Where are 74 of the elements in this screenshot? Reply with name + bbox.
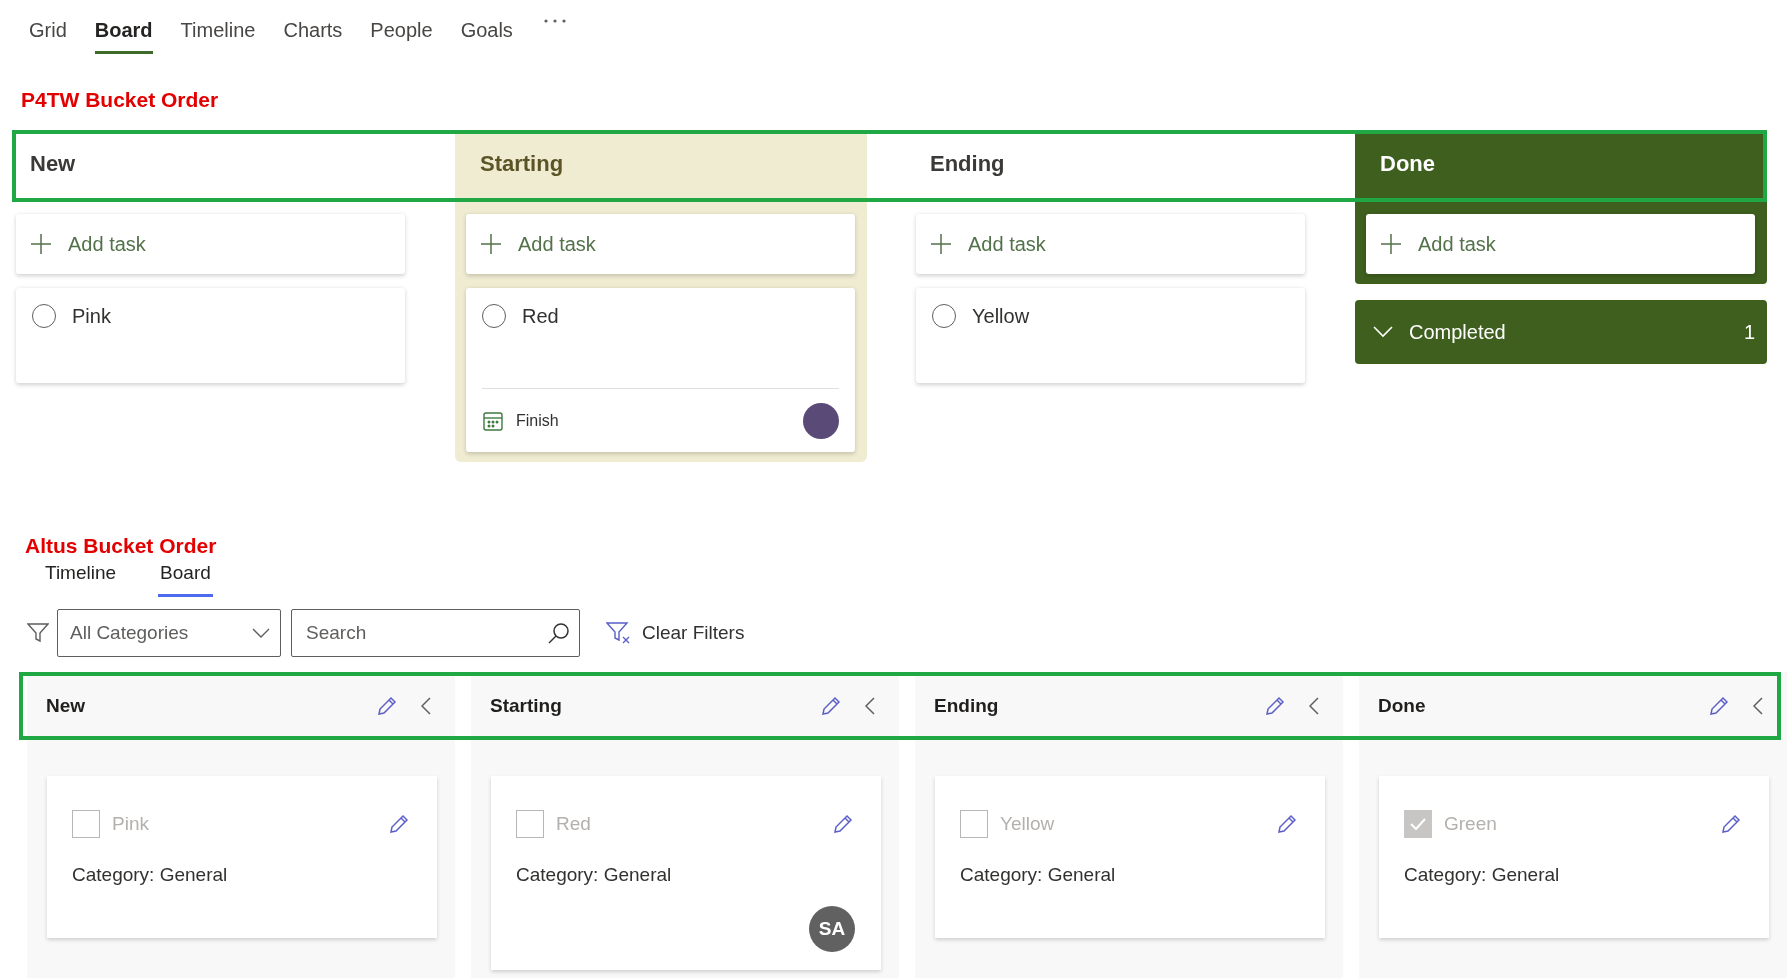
plus-icon xyxy=(480,233,502,255)
view-tab[interactable]: Board xyxy=(94,6,153,54)
chevron-down-icon xyxy=(1373,326,1393,338)
task-card[interactable]: Pink Category: General xyxy=(47,776,437,938)
task-checkbox[interactable] xyxy=(960,810,988,838)
search-icon xyxy=(547,621,571,645)
pencil-icon[interactable] xyxy=(387,812,411,836)
avatar[interactable] xyxy=(803,402,839,439)
chevron-left-icon[interactable] xyxy=(1309,697,1319,715)
bucket-title: Done xyxy=(1379,150,1436,178)
category-label: Category: General xyxy=(516,864,673,886)
task-title: Yellow xyxy=(972,304,1030,328)
add-task-button[interactable]: Add task xyxy=(916,214,1305,274)
task-title: Green xyxy=(1444,813,1498,835)
view-tab[interactable]: People xyxy=(370,6,433,54)
calendar-icon xyxy=(482,409,504,432)
pencil-icon[interactable] xyxy=(1263,694,1287,718)
bucket-title: Done xyxy=(1378,695,1427,717)
view-tab[interactable]: Grid xyxy=(29,6,67,54)
chevron-left-icon[interactable] xyxy=(865,697,875,715)
bucket-title: New xyxy=(29,150,77,178)
task-title: Red xyxy=(522,304,559,328)
bucket-title: New xyxy=(46,695,87,717)
section-title: Altus Bucket Order xyxy=(25,534,218,558)
view-tab[interactable]: Charts xyxy=(283,6,343,54)
pencil-icon[interactable] xyxy=(375,694,399,718)
task-checkbox[interactable] xyxy=(1404,810,1432,838)
bucket-title: Starting xyxy=(479,150,565,178)
chevron-down-icon xyxy=(252,628,270,638)
pencil-icon[interactable] xyxy=(1719,812,1743,836)
task-checkbox[interactable] xyxy=(516,810,544,838)
task-card[interactable]: Red Finish xyxy=(466,288,855,452)
plus-icon xyxy=(930,233,952,255)
section-title: P4TW Bucket Order xyxy=(21,88,220,112)
checkmark-icon xyxy=(1410,818,1426,830)
view-tab[interactable]: Timeline xyxy=(180,6,256,54)
pencil-icon[interactable] xyxy=(1275,812,1299,836)
task-card[interactable]: Red Category: General SA xyxy=(491,776,881,970)
task-checkbox[interactable] xyxy=(72,810,100,838)
bucket-title: Ending xyxy=(929,150,1006,178)
task-title: Pink xyxy=(112,813,150,835)
task-title: Red xyxy=(556,813,592,835)
task-card[interactable]: Yellow Category: General xyxy=(935,776,1325,938)
pencil-icon[interactable] xyxy=(831,812,855,836)
category-dropdown[interactable]: All Categories xyxy=(57,609,281,657)
view-tab[interactable]: Timeline xyxy=(43,562,119,597)
filter-icon xyxy=(27,623,49,643)
pencil-icon[interactable] xyxy=(1707,694,1731,718)
plus-icon xyxy=(30,233,52,255)
task-title: Yellow xyxy=(1000,813,1056,835)
add-task-button[interactable]: Add task xyxy=(466,214,855,274)
task-card[interactable]: Yellow xyxy=(916,288,1305,383)
task-card[interactable]: Pink xyxy=(16,288,405,383)
category-label: Category: General xyxy=(1404,864,1561,886)
task-title: Pink xyxy=(72,304,111,328)
filter-clear-icon xyxy=(606,621,632,645)
add-task-button[interactable]: Add task xyxy=(16,214,405,274)
add-task-button[interactable]: Add task xyxy=(1366,214,1755,274)
due-label: Finish xyxy=(516,411,560,430)
task-card[interactable]: Green Category: General xyxy=(1379,776,1769,938)
bucket-title: Starting xyxy=(490,695,563,717)
category-label: Category: General xyxy=(72,864,229,886)
view-tab[interactable]: Board xyxy=(158,562,213,597)
search-field[interactable]: Search xyxy=(291,609,580,657)
view-tab[interactable]: Goals xyxy=(460,6,513,54)
completed-toggle[interactable]: Completed 1 xyxy=(1355,300,1767,364)
plus-icon xyxy=(1380,233,1402,255)
clear-filters-button[interactable]: Clear Filters xyxy=(600,620,751,646)
chevron-left-icon[interactable] xyxy=(421,697,431,715)
category-label: Category: General xyxy=(960,864,1117,886)
bucket-title: Ending xyxy=(934,695,1000,717)
pencil-icon[interactable] xyxy=(819,694,843,718)
avatar[interactable]: SA xyxy=(809,906,855,952)
chevron-left-icon[interactable] xyxy=(1753,697,1763,715)
